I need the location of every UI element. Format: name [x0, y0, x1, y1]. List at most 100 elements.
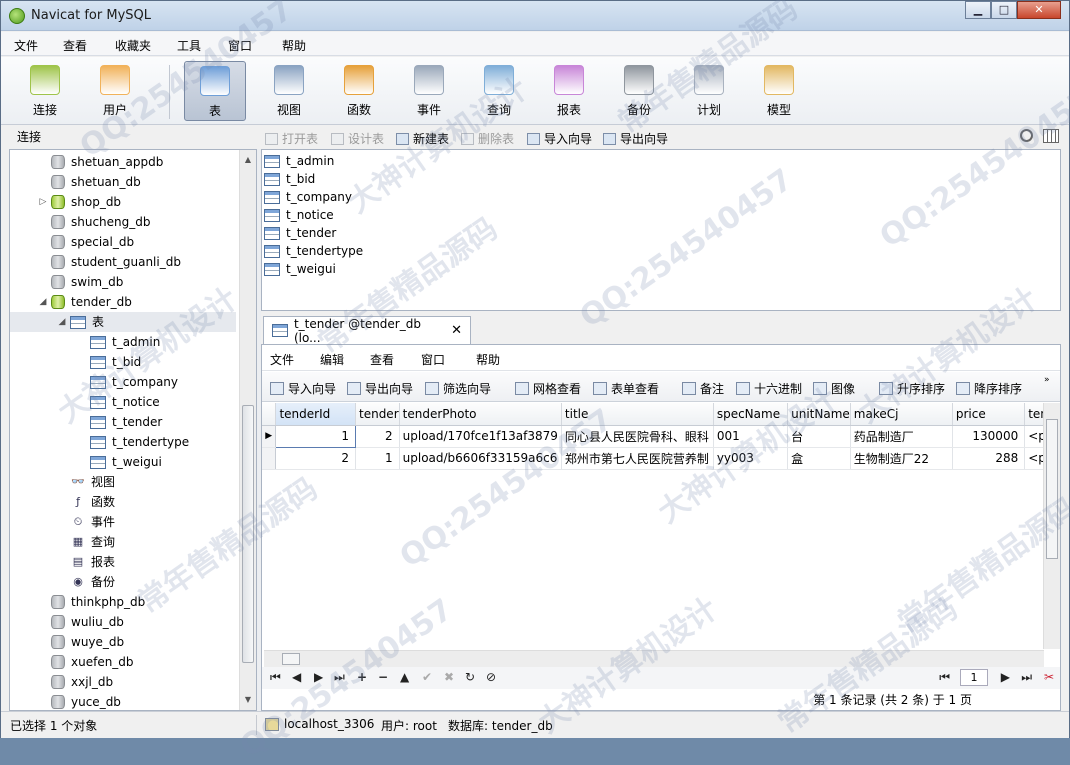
column-header[interactable]: price — [952, 403, 1026, 426]
collapse-arrow-icon[interactable]: ◢ — [38, 292, 48, 312]
tab-menu-edit[interactable]: 编辑 — [320, 351, 344, 368]
delete-record-icon[interactable]: − — [378, 670, 388, 684]
grid-scroll-thumb[interactable] — [1046, 419, 1058, 559]
object-list-item[interactable]: t_tendertype — [264, 242, 363, 260]
tree-table-t_admin[interactable]: t_admin — [90, 332, 160, 352]
tree-db-student_guanli_db[interactable]: student_guanli_db — [38, 252, 181, 272]
next-record-icon[interactable]: ▶ — [314, 670, 323, 684]
data-import-wizard-button[interactable]: 导入向导 — [270, 380, 336, 397]
design-table-button[interactable]: 设计表 — [331, 130, 384, 147]
column-header[interactable]: unitName — [787, 403, 851, 426]
column-header[interactable]: tenderId — [275, 403, 356, 426]
menu-window[interactable]: 窗口 — [228, 37, 252, 54]
object-list-item[interactable]: t_company — [264, 188, 352, 206]
refresh-icon[interactable]: ↻ — [465, 670, 475, 684]
table-cell[interactable]: 130000 — [952, 425, 1026, 448]
delete-table-button[interactable]: 删除表 — [461, 130, 514, 147]
expand-arrow-icon[interactable]: ▷ — [38, 192, 48, 212]
tree-db-xuefen_db[interactable]: xuefen_db — [38, 652, 134, 672]
last-page-icon[interactable]: ⏭ — [1021, 670, 1032, 685]
table-cell[interactable]: 生物制造厂22 — [850, 447, 953, 470]
column-header[interactable]: makeCj — [850, 403, 953, 426]
tree-db-xxjl_db[interactable]: xxjl_db — [38, 672, 113, 692]
table-cell[interactable]: 台 — [787, 425, 851, 448]
tree-db-special_db[interactable]: special_db — [38, 232, 134, 252]
tree-db-thinkphp_db[interactable]: thinkphp_db — [38, 592, 145, 612]
export-wizard-button[interactable]: 导出向导 — [603, 130, 668, 147]
filter-wizard-button[interactable]: 筛选向导 — [425, 380, 491, 397]
tree-event-node[interactable]: ⏲ 事件 — [70, 512, 115, 532]
move-up-icon[interactable]: ▲ — [400, 670, 409, 684]
table-cell[interactable]: yy003 — [713, 447, 789, 470]
sort-ascending-button[interactable]: 升序排序 — [879, 380, 945, 397]
toolbar-event-button[interactable]: 事件 — [398, 61, 460, 121]
grid-hscroll-thumb[interactable] — [282, 653, 300, 665]
minimize-button[interactable]: ▁ — [965, 1, 991, 19]
tree-tables-node[interactable]: ◢ 表 — [10, 312, 236, 332]
object-list-item[interactable]: t_notice — [264, 206, 334, 224]
tree-backup-node[interactable]: ◉ 备份 — [70, 572, 115, 592]
stop-icon[interactable]: ⊘ — [486, 670, 496, 684]
table-cell[interactable]: 药品制造厂 — [850, 425, 953, 448]
toolbar-query-button[interactable]: 查询 — [468, 61, 530, 121]
grid-vertical-scrollbar[interactable] — [1043, 403, 1060, 649]
table-cell[interactable]: 1 — [275, 424, 356, 448]
scroll-up-arrow-icon[interactable]: ▲ — [240, 152, 256, 168]
tree-table-t_bid[interactable]: t_bid — [90, 352, 141, 372]
tree-db-wuye_db[interactable]: wuye_db — [38, 632, 124, 652]
tree-query-node[interactable]: ▦ 查询 — [70, 532, 115, 552]
close-tab-icon[interactable]: ✕ — [451, 323, 462, 338]
tree-table-t_notice[interactable]: t_notice — [90, 392, 160, 412]
tab-menu-file[interactable]: 文件 — [270, 351, 294, 368]
cancel-icon[interactable]: ✖ — [444, 670, 454, 684]
menu-tools[interactable]: 工具 — [177, 37, 201, 54]
toolbar-schedule-button[interactable]: 计划 — [678, 61, 740, 121]
form-view-button[interactable]: 表单查看 — [593, 380, 659, 397]
table-cell[interactable]: 同心县人民医院骨科、眼科 — [561, 425, 714, 448]
data-export-wizard-button[interactable]: 导出向导 — [347, 380, 413, 397]
tree-db-shetuan_appdb[interactable]: shetuan_appdb — [38, 152, 163, 172]
apply-icon[interactable]: ✔ — [422, 670, 432, 684]
sort-descending-button[interactable]: 降序排序 — [956, 380, 1022, 397]
table-cell[interactable]: upload/170fce1f13af3879 — [399, 425, 562, 448]
tree-db-tender_db[interactable]: ◢ tender_db — [38, 292, 132, 312]
tab-menu-view[interactable]: 查看 — [370, 351, 394, 368]
add-record-icon[interactable]: + — [357, 670, 367, 684]
object-list-item[interactable]: t_bid — [264, 170, 315, 188]
column-header[interactable]: tenderPhoto — [399, 403, 562, 426]
row-selector[interactable]: ▶ — [262, 425, 277, 448]
toolbar-model-button[interactable]: 模型 — [748, 61, 810, 121]
table-cell[interactable]: 2 — [355, 425, 400, 448]
tree-table-t_company[interactable]: t_company — [90, 372, 178, 392]
table-row[interactable]: ▶ 1 2 upload/170fce1f13af3879 同心县人民医院骨科、眼科 00… — [262, 424, 1060, 448]
open-table-button[interactable]: 打开表 — [265, 130, 318, 147]
table-cell[interactable]: upload/b6606f33159a6c6 — [399, 447, 562, 470]
tree-function-node[interactable]: ƒ 函数 — [70, 492, 115, 512]
tree-db-swim_db[interactable]: swim_db — [38, 272, 123, 292]
table-cell[interactable]: 1 — [355, 447, 400, 470]
tree-db-yuce_db[interactable]: yuce_db — [38, 692, 121, 710]
page-settings-icon[interactable]: ✂ — [1044, 670, 1054, 684]
menu-view[interactable]: 查看 — [63, 37, 87, 54]
tab-menu-window[interactable]: 窗口 — [421, 351, 445, 368]
prev-record-icon[interactable]: ◀ — [292, 670, 301, 684]
search-icon[interactable] — [1020, 129, 1033, 142]
menu-help[interactable]: 帮助 — [282, 37, 306, 54]
tree-db-wuliu_db[interactable]: wuliu_db — [38, 612, 124, 632]
toolbar-function-button[interactable]: 函数 — [328, 61, 390, 121]
image-button[interactable]: 图像 — [813, 380, 855, 397]
tab-t-tender[interactable]: t_tender @tender_db (lo... ✕ — [263, 316, 471, 345]
object-list-item[interactable]: t_admin — [264, 152, 334, 170]
tree-db-shop_db[interactable]: ▷ shop_db — [38, 192, 121, 212]
tree-table-t_tendertype[interactable]: t_tendertype — [90, 432, 189, 452]
menu-file[interactable]: 文件 — [14, 37, 38, 54]
grid-view-button[interactable]: 网格查看 — [515, 380, 581, 397]
object-list-item[interactable]: t_weigui — [264, 260, 336, 278]
table-cell[interactable]: 郑州市第七人民医院营养制 — [561, 447, 714, 470]
last-record-icon[interactable]: ⏭ — [334, 670, 345, 685]
hex-button[interactable]: 十六进制 — [736, 380, 802, 397]
tree-table-t_tender[interactable]: t_tender — [90, 412, 162, 432]
row-selector[interactable] — [262, 447, 277, 470]
table-cell[interactable]: 288 — [952, 447, 1026, 470]
tree-scrollbar[interactable]: ▲ ▼ — [239, 150, 256, 710]
